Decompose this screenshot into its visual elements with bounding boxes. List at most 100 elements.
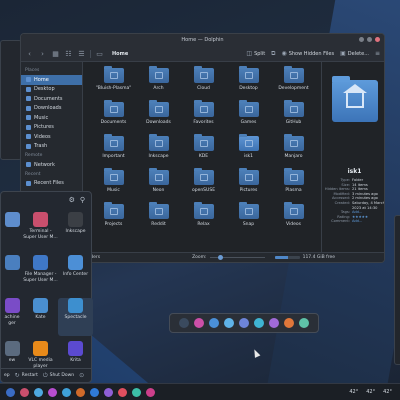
folder-item[interactable]: KDE [181, 134, 226, 162]
taskbar-app-icon[interactable] [132, 387, 141, 397]
sidebar-item-trash[interactable]: Trash [21, 142, 82, 152]
folder-item[interactable]: isk1 [226, 134, 271, 162]
maximize-button[interactable] [367, 37, 372, 42]
sidebar-item-desktop[interactable]: Desktop [21, 85, 82, 95]
app-label: Spectacle [64, 315, 87, 320]
forward-icon[interactable]: › [38, 50, 47, 58]
sidebar-item-music[interactable]: Music [21, 113, 82, 123]
dock-app-icon[interactable] [194, 318, 204, 328]
folder-item[interactable]: GitHub [271, 100, 316, 128]
folder-item[interactable]: Reddit [136, 202, 181, 230]
tray-temperature[interactable]: 42° [349, 389, 358, 395]
app-launcher-item[interactable]: Spectacle [58, 298, 93, 336]
taskbar-app-icon[interactable] [20, 387, 29, 397]
taskbar-app-icon[interactable] [6, 387, 15, 397]
show-hidden-button[interactable]: ◉ Show Hidden Files [281, 50, 334, 57]
menu-icon: ≡ [374, 50, 380, 57]
split-label: Split [254, 50, 266, 57]
minimize-button[interactable] [359, 37, 364, 42]
sidebar-item-pictures[interactable]: Pictures [21, 123, 82, 133]
app-launcher-item[interactable] [1, 255, 23, 293]
folder-item[interactable]: Relax [181, 202, 226, 230]
taskbar-app-icon[interactable] [62, 387, 71, 397]
sleep-button[interactable]: ep [4, 373, 10, 378]
dock-app-icon[interactable] [224, 318, 234, 328]
app-launcher-item[interactable]: achine ger [1, 298, 23, 336]
folder-item[interactable]: openSUSE [181, 168, 226, 196]
tray-temperature[interactable]: 42° [366, 389, 375, 395]
folder-item[interactable]: Development [271, 66, 316, 94]
app-launcher-item[interactable]: Kate [23, 298, 58, 336]
folder-item[interactable]: Inkscape [136, 134, 181, 162]
title-bar[interactable]: Home — Dolphin [21, 34, 384, 46]
folder-item[interactable]: Documents [91, 100, 136, 128]
background-window[interactable] [394, 215, 400, 365]
folder-item[interactable]: Videos [271, 202, 316, 230]
folder-item[interactable]: Plasma [271, 168, 316, 196]
taskbar-app-icon[interactable] [118, 387, 127, 397]
split-button[interactable]: ◫ Split [246, 50, 265, 57]
app-label: achine ger [4, 315, 20, 326]
copy-button[interactable]: ⧉ [271, 50, 275, 58]
app-launcher-item[interactable]: Inkscape [58, 212, 93, 250]
folder-item[interactable]: "Bluish-Plasma" [91, 66, 136, 94]
dock-app-icon[interactable] [299, 318, 309, 328]
dock-app-icon[interactable] [239, 318, 249, 328]
folder-item[interactable]: Arch [136, 66, 181, 94]
sidebar-item-recent-files[interactable]: Recent Files [21, 179, 82, 189]
taskbar-app-icon[interactable] [90, 387, 99, 397]
leave-button[interactable]: ⊙ [79, 372, 84, 379]
dock-app-icon[interactable] [269, 318, 279, 328]
taskbar-app-icon[interactable] [104, 387, 113, 397]
shutdown-button[interactable]: ⏻ Shut Down [43, 372, 74, 380]
info-value[interactable]: Add... [352, 219, 384, 224]
sidebar-item-network[interactable]: Network [21, 160, 82, 170]
close-button[interactable] [375, 37, 380, 42]
folder-icon [103, 168, 124, 185]
sidebar-item-videos[interactable]: Videos [21, 132, 82, 142]
back-icon[interactable]: ‹ [25, 50, 34, 58]
folder-item[interactable]: Cloud [181, 66, 226, 94]
folder-item[interactable]: Neon [136, 168, 181, 196]
view-details-icon[interactable]: ☰ [77, 50, 86, 58]
dock-app-icon[interactable] [179, 318, 189, 328]
app-launcher-item[interactable]: Terminal - Super User M... [23, 212, 58, 250]
sidebar-item-home[interactable]: Home [21, 75, 82, 85]
view-compact-icon[interactable]: ☷ [64, 50, 73, 58]
taskbar-app-icon[interactable] [146, 387, 155, 397]
view-icons-icon[interactable]: ▦ [51, 50, 60, 58]
breadcrumb[interactable]: Home [112, 51, 128, 57]
taskbar-app-icon[interactable] [76, 387, 85, 397]
folder-item[interactable]: Favorites [181, 100, 226, 128]
folder-item[interactable]: Pictures [226, 168, 271, 196]
folder-item[interactable]: Projects [91, 202, 136, 230]
app-launcher-item[interactable]: File Manager - Super User M... [23, 255, 58, 293]
zoom-slider-handle[interactable] [217, 254, 223, 260]
folder-item[interactable]: Games [226, 100, 271, 128]
delete-button[interactable]: ▣ Delete... [340, 50, 369, 57]
dock-app-icon[interactable] [254, 318, 264, 328]
taskbar-app-icon[interactable] [48, 387, 57, 397]
restart-button[interactable]: ↻ Restart [15, 372, 38, 379]
folder-breadcrumb-icon[interactable]: ▭ [95, 50, 104, 58]
sidebar-item-downloads[interactable]: Downloads [21, 104, 82, 114]
dock-app-icon[interactable] [284, 318, 294, 328]
folder-item[interactable]: Snap [226, 202, 271, 230]
pin-icon[interactable]: ⚲ [80, 196, 85, 204]
app-launcher-item[interactable] [1, 212, 23, 250]
folder-item[interactable]: Important [91, 134, 136, 162]
folder-item[interactable]: Music [91, 168, 136, 196]
folder-item[interactable]: Downloads [136, 100, 181, 128]
copy-icon: ⧉ [271, 49, 276, 57]
settings-icon[interactable]: ⚙ [69, 196, 75, 204]
folder-item[interactable]: Manjaro [271, 134, 316, 162]
taskbar-app-icon[interactable] [34, 387, 43, 397]
hamburger-menu-button[interactable]: ≡ [375, 50, 380, 57]
folder-item[interactable]: Desktop [226, 66, 271, 94]
sidebar-item-documents[interactable]: Documents [21, 94, 82, 104]
app-launcher-item[interactable]: Info Center [58, 255, 93, 293]
background-window[interactable] [0, 40, 22, 160]
dock-app-icon[interactable] [209, 318, 219, 328]
tray-temperature[interactable]: 42° [383, 389, 392, 395]
zoom-slider[interactable] [209, 254, 265, 260]
